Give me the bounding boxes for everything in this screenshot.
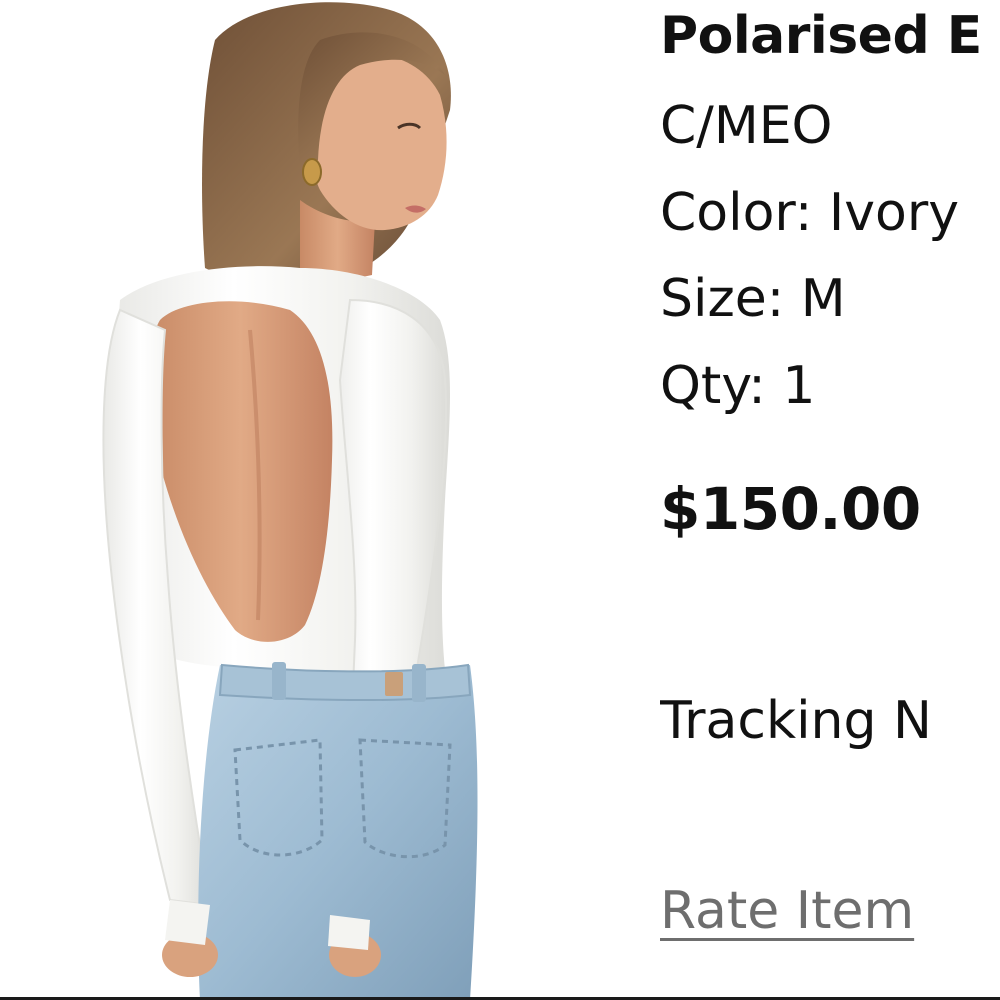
product-photo-illustration: [102, 2, 478, 1000]
item-quantity: Qty: 1: [660, 356, 816, 416]
brand-name: C/MEO: [660, 96, 833, 156]
tracking-number-label: Tracking N: [660, 691, 932, 751]
order-item-card: Polarised E C/MEO Color: Ivory Size: M Q…: [0, 0, 1000, 1000]
product-image[interactable]: [0, 0, 640, 1000]
product-name[interactable]: Polarised E: [660, 10, 982, 62]
item-price: $150.00: [660, 475, 921, 543]
item-size: Size: M: [660, 269, 846, 329]
item-color: Color: Ivory: [660, 183, 959, 243]
rate-item-link[interactable]: Rate Item: [660, 885, 914, 937]
order-item-details: Polarised E C/MEO Color: Ivory Size: M Q…: [660, 0, 1000, 1000]
